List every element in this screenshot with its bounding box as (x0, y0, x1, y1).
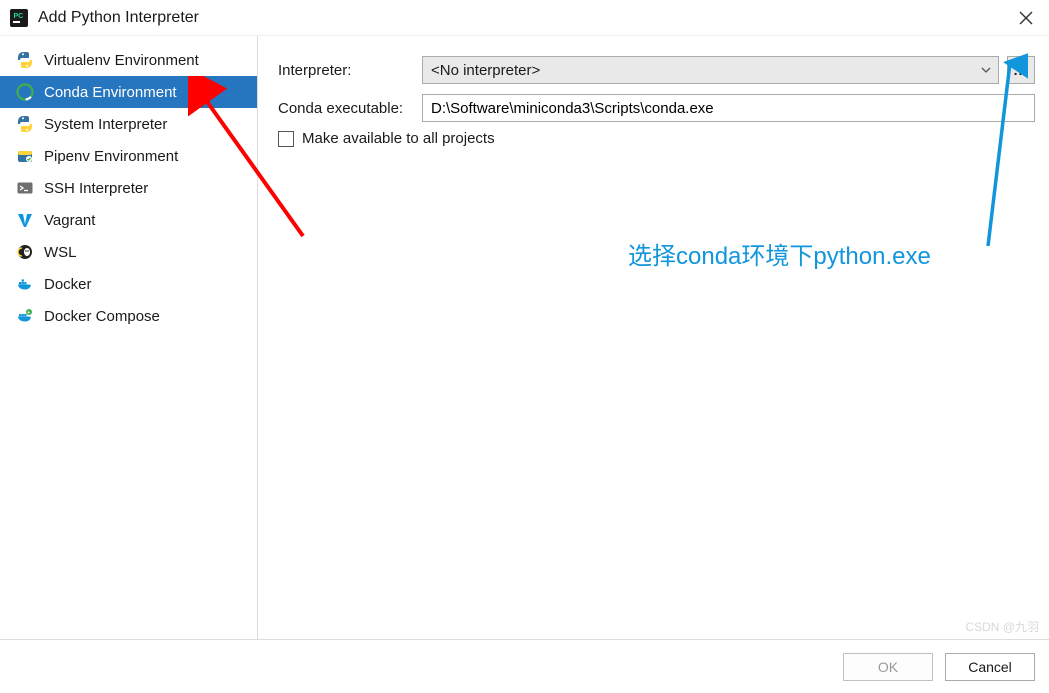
interpreter-label: Interpreter: (278, 62, 422, 79)
sidebar-item-wsl[interactable]: WSL (0, 236, 257, 268)
pycharm-icon: PC (10, 9, 28, 27)
interpreter-dropdown-value: <No interpreter> (431, 62, 540, 79)
ok-button-label: OK (878, 659, 898, 675)
sidebar-item-label: Docker Compose (44, 308, 160, 325)
sidebar-item-label: Docker (44, 276, 92, 293)
ssh-icon (16, 179, 34, 197)
conda-icon (16, 83, 34, 101)
cancel-button-label: Cancel (968, 659, 1012, 675)
sidebar-item-label: Conda Environment (44, 84, 177, 101)
dialog-footer: OK Cancel (0, 639, 1049, 693)
docker-compose-icon: + (16, 307, 34, 325)
conda-executable-input[interactable] (422, 94, 1035, 122)
sidebar-item-conda[interactable]: Conda Environment (0, 76, 257, 108)
content-pane: Interpreter: <No interpreter> ... Conda … (258, 36, 1049, 639)
conda-executable-label: Conda executable: (278, 100, 422, 117)
cancel-button[interactable]: Cancel (945, 653, 1035, 681)
sidebar-item-docker[interactable]: Docker (0, 268, 257, 300)
sidebar-item-pipenv[interactable]: Pipenv Environment (0, 140, 257, 172)
sidebar-item-label: WSL (44, 244, 77, 261)
window-title: Add Python Interpreter (38, 9, 199, 27)
annotation-text: 选择conda环境下python.exe (628, 236, 931, 271)
svg-text:+: + (27, 310, 30, 316)
sidebar-item-label: Virtualenv Environment (44, 52, 199, 69)
sidebar-item-label: Vagrant (44, 212, 95, 229)
docker-icon (16, 275, 34, 293)
make-available-checkbox[interactable] (278, 131, 294, 147)
ok-button[interactable]: OK (843, 653, 933, 681)
vagrant-icon (16, 211, 34, 229)
svg-text:PC: PC (14, 13, 24, 20)
interpreter-type-sidebar: Virtualenv Environment Conda Environment (0, 36, 258, 639)
ellipsis-icon: ... (1014, 62, 1029, 78)
make-available-label: Make available to all projects (302, 130, 495, 147)
close-button[interactable] (1013, 5, 1039, 31)
python-icon (16, 51, 34, 69)
sidebar-item-label: System Interpreter (44, 116, 167, 133)
watermark: CSDN @九羽 (965, 618, 1039, 635)
chevron-down-icon (980, 64, 992, 76)
sidebar-item-vagrant[interactable]: Vagrant (0, 204, 257, 236)
sidebar-item-label: Pipenv Environment (44, 148, 178, 165)
sidebar-item-system[interactable]: System Interpreter (0, 108, 257, 140)
sidebar-item-label: SSH Interpreter (44, 180, 148, 197)
sidebar-item-virtualenv[interactable]: Virtualenv Environment (0, 44, 257, 76)
interpreter-browse-button[interactable]: ... (1007, 56, 1035, 84)
title-bar: PC Add Python Interpreter (0, 0, 1049, 36)
wsl-icon (16, 243, 34, 261)
interpreter-dropdown[interactable]: <No interpreter> (422, 56, 999, 84)
pipenv-icon (16, 147, 34, 165)
sidebar-item-ssh[interactable]: SSH Interpreter (0, 172, 257, 204)
sidebar-item-docker-compose[interactable]: + Docker Compose (0, 300, 257, 332)
python-icon (16, 115, 34, 133)
